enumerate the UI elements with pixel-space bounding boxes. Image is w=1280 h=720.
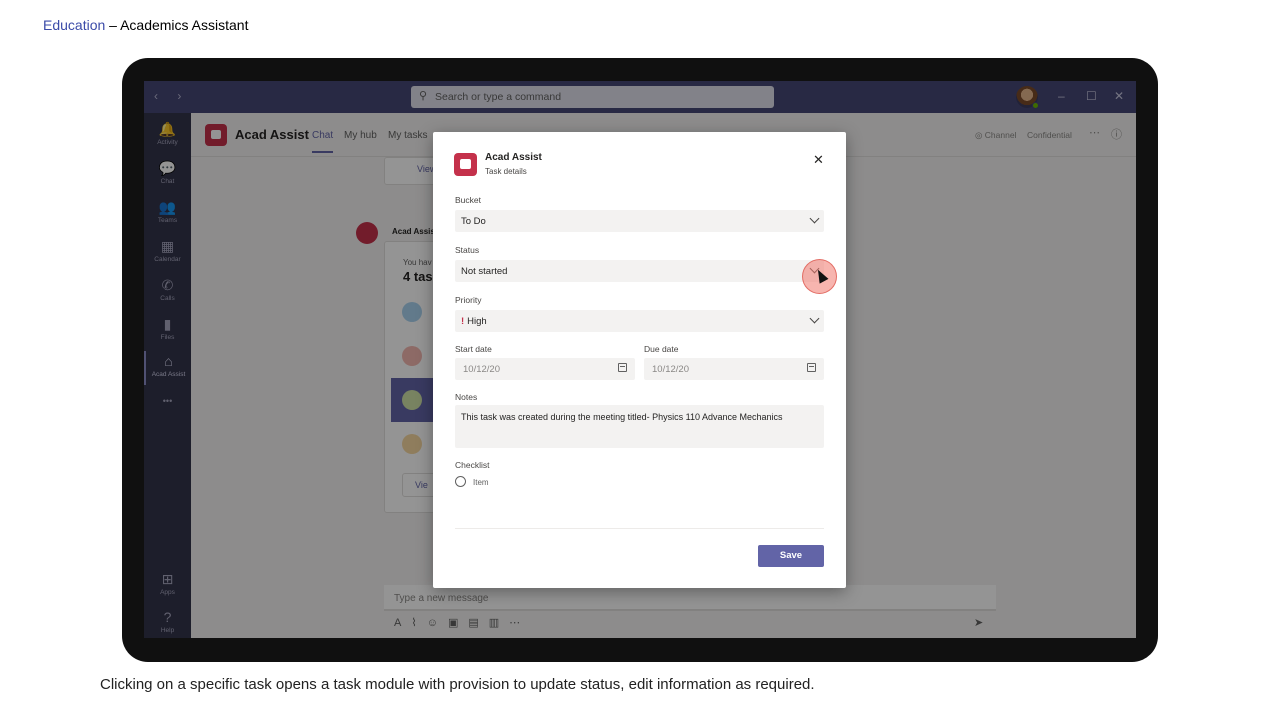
bucket-select[interactable]: To Do — [455, 210, 824, 232]
checklist-label: Checklist — [455, 460, 490, 470]
checklist-item-radio[interactable] — [455, 476, 466, 487]
status-value: Not started — [461, 266, 508, 277]
acad-assist-logo-icon — [454, 153, 477, 176]
priority-exclamation-icon: ! — [461, 316, 465, 327]
bucket-label: Bucket — [455, 195, 481, 205]
priority-select[interactable]: ! High — [455, 310, 824, 332]
due-date-value: 10/12/20 — [652, 364, 689, 375]
priority-label: Priority — [455, 295, 482, 305]
task-details-dialog: Acad Assist Task details ✕ Bucket To Do … — [433, 132, 846, 588]
dialog-subtitle: Task details — [485, 167, 527, 176]
slide-title: Education – Academics Assistant — [43, 17, 248, 33]
calendar-icon[interactable] — [807, 363, 816, 372]
teams-window: ‹ › ⚲ Search or type a command – ☐ ✕ 🔔 Ac… — [144, 81, 1136, 638]
notes-label: Notes — [455, 392, 478, 402]
start-date-value: 10/12/20 — [463, 364, 500, 375]
slide-caption: Clicking on a specific task opens a task… — [100, 676, 815, 693]
notes-textarea[interactable]: This task was created during the meeting… — [455, 405, 824, 448]
checklist-item-input[interactable]: Item — [473, 478, 489, 487]
close-icon[interactable]: ✕ — [813, 152, 824, 168]
status-label: Status — [455, 245, 480, 255]
start-date-label: Start date — [455, 344, 492, 354]
due-date-field[interactable]: 10/12/20 — [644, 358, 824, 380]
save-button[interactable]: Save — [758, 545, 824, 567]
slide-title-rest: – Academics Assistant — [105, 17, 249, 33]
chevron-down-icon — [809, 313, 820, 324]
due-date-label: Due date — [644, 344, 679, 354]
dialog-title: Acad Assist — [485, 152, 542, 163]
slide-title-prefix: Education — [43, 17, 106, 33]
calendar-icon[interactable] — [618, 363, 627, 372]
chevron-down-icon — [809, 213, 820, 224]
dialog-divider — [455, 528, 824, 529]
priority-value: High — [467, 316, 487, 327]
bucket-value: To Do — [461, 216, 486, 227]
start-date-field[interactable]: 10/12/20 — [455, 358, 635, 380]
status-select[interactable]: Not started — [455, 260, 824, 282]
